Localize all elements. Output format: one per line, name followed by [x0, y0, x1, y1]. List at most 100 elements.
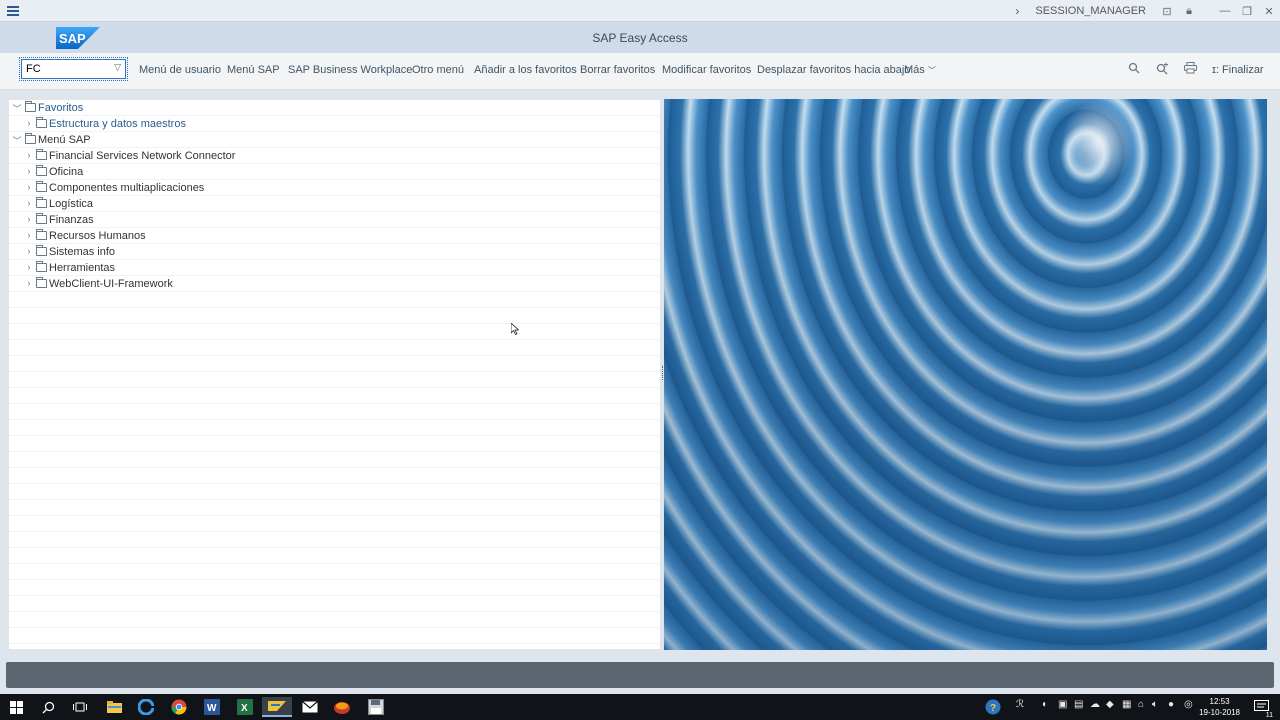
command-field[interactable]: ▽ [19, 57, 128, 81]
tree-node[interactable]: › Finanzas [9, 212, 660, 228]
windows-start-icon[interactable] [6, 697, 26, 717]
tree-label: WebClient-UI-Framework [49, 278, 173, 290]
tree-node[interactable]: › Sistemas info [9, 244, 660, 260]
minimize-icon[interactable]: — [1214, 5, 1236, 17]
help-icon[interactable]: ? [983, 697, 1003, 717]
chevron-right-icon[interactable]: › [24, 230, 34, 240]
delete-favorites-button[interactable]: Borrar favoritos [580, 64, 655, 76]
tray-icon[interactable]: ◆ [1106, 699, 1114, 710]
chevron-down-icon[interactable]: ▽ [114, 62, 121, 73]
mail-icon[interactable] [300, 697, 320, 717]
empty-row [9, 532, 660, 548]
move-favorites-down-button[interactable]: Desplazar favoritos hacia abajo [757, 64, 910, 76]
folder-icon [36, 213, 47, 224]
status-bar [6, 662, 1274, 688]
session-name: SESSION_MANAGER [1035, 5, 1146, 17]
tree-node-favorites[interactable]: ﹀ Favoritos [9, 100, 660, 116]
tree-node-sap-menu[interactable]: ﹀ Menú SAP [9, 132, 660, 148]
chevron-right-icon[interactable]: › [24, 118, 34, 128]
chevron-right-icon[interactable]: › [24, 166, 34, 176]
user-menu-button[interactable]: Menú de usuario [139, 64, 221, 76]
mouse-cursor-icon [511, 323, 519, 335]
save-disk-icon[interactable] [366, 697, 386, 717]
tree-label: Logística [49, 198, 94, 210]
file-explorer-icon[interactable] [104, 697, 124, 717]
chevron-right-icon[interactable]: › [24, 246, 34, 256]
tree-node[interactable]: › Estructura y datos maestros [9, 116, 660, 132]
restore-icon[interactable]: ❐ [1236, 5, 1258, 18]
folder-icon [36, 277, 47, 288]
tree-label: Estructura y datos maestros [49, 118, 186, 130]
tree-node[interactable]: › Logística [9, 196, 660, 212]
tree-label: Menú SAP [38, 134, 91, 146]
chevron-down-icon: ﹀ [927, 66, 936, 75]
folder-icon [36, 245, 47, 256]
notification-count: 11 [1264, 712, 1274, 719]
other-menu-button[interactable]: Otro menú [412, 64, 464, 76]
chevron-right-icon[interactable]: › [24, 198, 34, 208]
chevron-right-icon[interactable]: › [1015, 4, 1019, 18]
finalize-button[interactable]: ɪ: Finalizar [1212, 64, 1264, 76]
app-icon[interactable] [332, 697, 352, 717]
business-workplace-button[interactable]: SAP Business Workplace [288, 64, 412, 76]
svg-text:W: W [207, 703, 217, 714]
print-icon[interactable] [1182, 62, 1198, 78]
chevron-down-icon[interactable]: ﹀ [12, 134, 22, 147]
empty-row [9, 516, 660, 532]
lock-icon[interactable]: 🔒︎ [1178, 5, 1200, 18]
modify-favorites-button[interactable]: Modificar favoritos [662, 64, 751, 76]
chevron-right-icon[interactable]: › [24, 150, 34, 160]
word-icon[interactable]: W [202, 697, 222, 717]
notifications-icon[interactable]: 11 [1252, 697, 1274, 719]
chrome-browser-icon[interactable] [169, 697, 189, 717]
search-plus-icon[interactable] [1154, 62, 1170, 78]
chevron-right-icon[interactable]: › [24, 262, 34, 272]
chevron-right-icon[interactable]: › [24, 182, 34, 192]
tray-icon[interactable]: ▣ [1058, 699, 1067, 710]
system-clock[interactable]: 12:53 19-10-2018 [1199, 696, 1240, 718]
empty-row [9, 388, 660, 404]
search-icon[interactable] [38, 697, 58, 717]
excel-icon[interactable]: X [235, 697, 255, 717]
more-button[interactable]: Más ﹀ [904, 64, 936, 76]
tray-icon[interactable]: ▤ [1074, 699, 1083, 710]
menu-icon[interactable] [7, 6, 19, 16]
expand-icon[interactable]: ⊡ [1156, 5, 1178, 18]
sap-logon-icon[interactable] [262, 697, 292, 717]
volume-icon[interactable]: 🔈︎ [1152, 699, 1158, 710]
tree-node[interactable]: › Oficina [9, 164, 660, 180]
tree-node[interactable]: › Componentes multiaplicaciones [9, 180, 660, 196]
task-view-icon[interactable] [70, 697, 90, 717]
add-favorites-button[interactable]: Añadir a los favoritos [474, 64, 577, 76]
exit-icon: ɪ: [1212, 64, 1223, 76]
chevron-right-icon[interactable]: › [24, 278, 34, 288]
tree-node[interactable]: › Recursos Humanos [9, 228, 660, 244]
chevron-down-icon[interactable]: ﹀ [12, 102, 22, 115]
tree-node[interactable]: › Financial Services Network Connector [9, 148, 660, 164]
tray-icon[interactable]: ▦ [1122, 699, 1131, 710]
more-label: Más [904, 64, 925, 76]
network-icon[interactable]: ⌂ [1138, 699, 1144, 710]
tree-node[interactable]: › Herramientas [9, 260, 660, 276]
image-shade [664, 99, 1267, 650]
tray-icon[interactable]: ◎ [1184, 699, 1193, 710]
menu-tree: ﹀ Favoritos › Estructura y datos maestro… [8, 99, 661, 650]
easy-access-image [664, 99, 1267, 650]
tray-icon[interactable]: ● [1168, 699, 1174, 710]
people-icon[interactable]: ℛ [1016, 699, 1024, 710]
svg-text:?: ? [990, 703, 996, 714]
empty-row [9, 468, 660, 484]
chevron-right-icon[interactable]: › [24, 214, 34, 224]
empty-row [9, 404, 660, 420]
sap-menu-button[interactable]: Menú SAP [227, 64, 280, 76]
page-title: SAP Easy Access [592, 31, 688, 45]
cloud-icon[interactable]: ☁ [1090, 699, 1100, 710]
search-icon[interactable] [1126, 62, 1142, 78]
tree-label: Favoritos [38, 102, 84, 114]
tree-node[interactable]: › WebClient-UI-Framework [9, 276, 660, 292]
empty-row [9, 372, 660, 388]
tray-icon[interactable]: ◐ [1042, 699, 1048, 710]
command-input[interactable] [22, 60, 110, 78]
close-icon[interactable]: ✕ [1258, 5, 1280, 18]
edge-browser-icon[interactable] [136, 697, 156, 717]
